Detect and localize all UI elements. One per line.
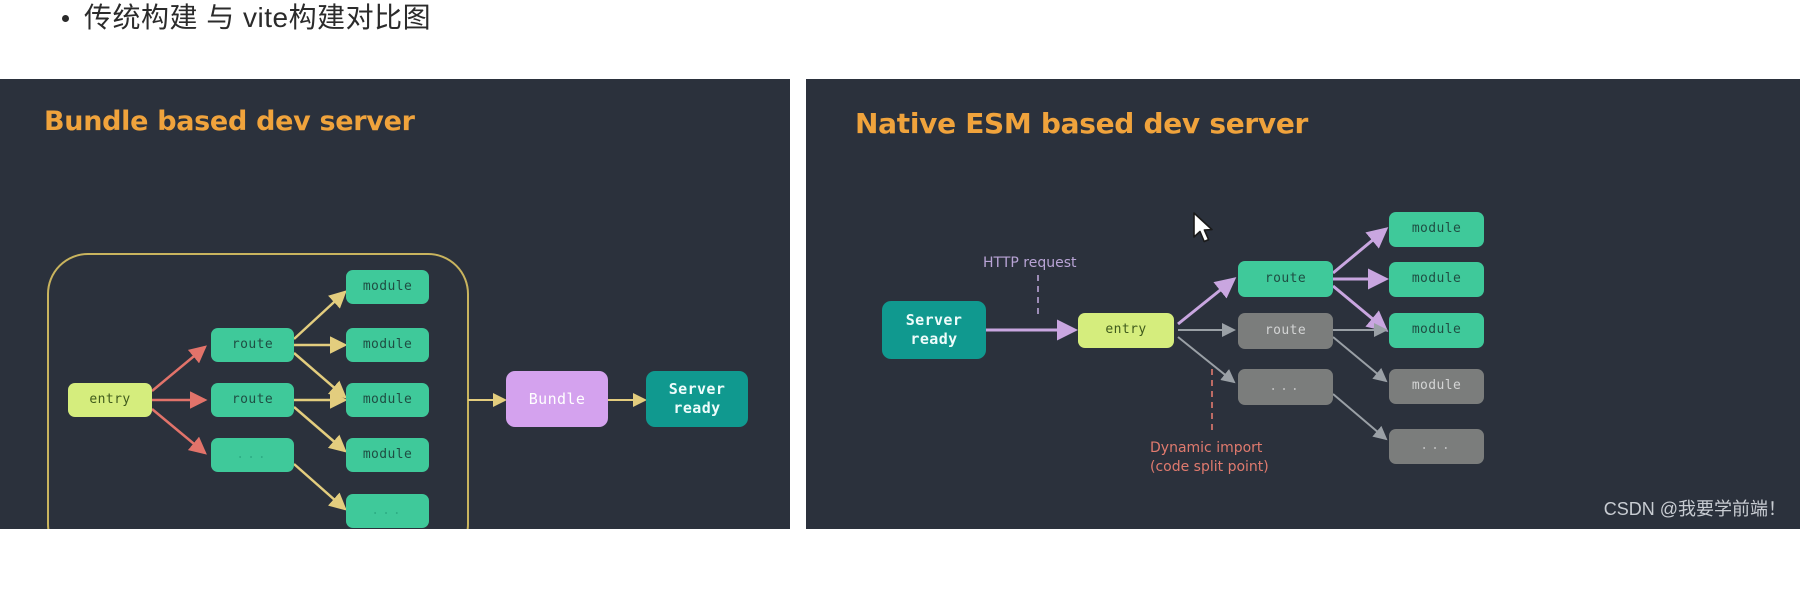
left-node-module-2[interactable]: module — [346, 328, 429, 362]
left-server-ready-line2: ready — [673, 399, 721, 417]
bullet-point-icon — [62, 15, 69, 22]
panel-gap-divider — [790, 79, 806, 529]
right-node-route-3-ellipsis[interactable]: ... — [1238, 369, 1333, 405]
right-node-module-4[interactable]: module — [1389, 369, 1484, 404]
http-request-label: HTTP request — [983, 255, 1077, 271]
right-server-ready-line2: ready — [910, 330, 958, 348]
document-heading: 传统构建 与 vite构建对比图 — [0, 0, 1800, 78]
left-server-ready-line1: Server — [668, 380, 726, 399]
right-server-ready-line1: Server — [905, 311, 963, 330]
right-node-module-2[interactable]: module — [1389, 262, 1484, 297]
dynamic-import-label: Dynamic import (code split point) — [1150, 440, 1269, 475]
watermark-text: CSDN @我要学前端！ — [1603, 499, 1786, 519]
left-node-route-2[interactable]: route — [211, 383, 294, 417]
left-node-module-1[interactable]: module — [346, 270, 429, 304]
bundle-based-dev-server-diagram: Bundle based dev server entry route rout… — [0, 79, 790, 529]
native-esm-based-dev-server-diagram: Native ESM based dev server Server ready… — [806, 79, 1800, 529]
left-node-module-4[interactable]: module — [346, 438, 429, 472]
left-node-server-ready[interactable]: Server ready — [646, 371, 748, 427]
right-node-module-1[interactable]: module — [1389, 212, 1484, 247]
left-node-route-1[interactable]: route — [211, 328, 294, 362]
right-node-entry[interactable]: entry — [1078, 313, 1174, 348]
left-node-entry[interactable]: entry — [68, 383, 152, 417]
right-node-server-ready[interactable]: Server ready — [882, 301, 986, 359]
left-node-route-3-ellipsis[interactable]: ... — [211, 438, 294, 472]
left-node-bundle[interactable]: Bundle — [506, 371, 608, 427]
page-bottom-background — [0, 529, 1800, 610]
left-node-module-5-ellipsis[interactable]: ... — [346, 494, 429, 528]
right-node-module-3[interactable]: module — [1389, 313, 1484, 348]
heading-text: 传统构建 与 vite构建对比图 — [84, 2, 432, 33]
right-node-module-5-ellipsis[interactable]: ... — [1389, 429, 1484, 464]
right-node-route-2[interactable]: route — [1238, 313, 1333, 349]
right-node-route-1[interactable]: route — [1238, 261, 1333, 297]
left-node-module-3[interactable]: module — [346, 383, 429, 417]
